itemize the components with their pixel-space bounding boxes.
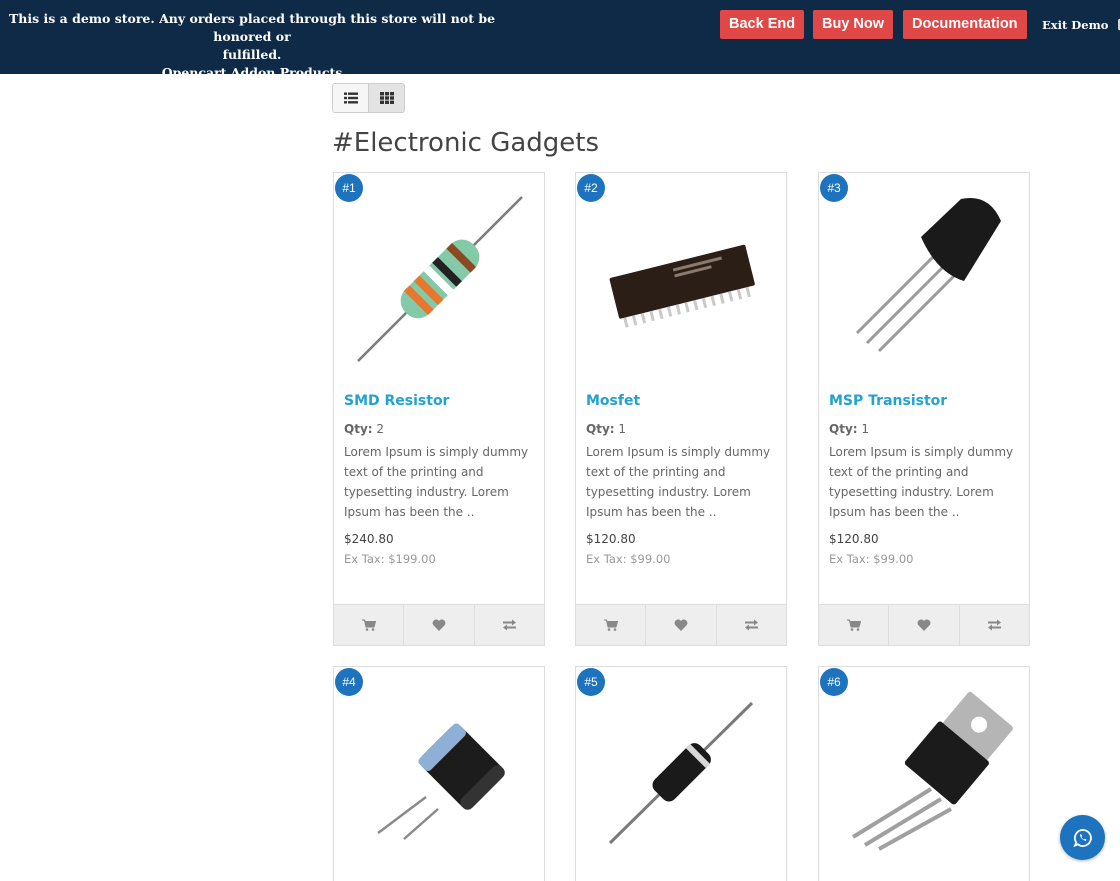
product-card: #4	[333, 666, 545, 881]
mosfet-chip-image	[609, 244, 755, 328]
product-image[interactable]	[819, 173, 1029, 383]
product-qty: Qty: 1	[829, 422, 869, 436]
resistor-image	[357, 196, 523, 362]
compare-button[interactable]	[473, 605, 544, 645]
exit-demo-label: Exit Demo	[1042, 18, 1109, 32]
product-price: $120.80	[586, 532, 636, 546]
compare-button[interactable]	[958, 605, 1029, 645]
shopping-cart-icon	[361, 619, 376, 631]
compare-button[interactable]	[715, 605, 786, 645]
product-ex-tax: Ex Tax: $99.00	[829, 552, 914, 566]
product-card: #2 Mosfet Qty: 1 Lorem Ipsum is simply d…	[575, 172, 787, 646]
category-title: #Electronic Gadgets	[332, 128, 600, 158]
product-card: #6	[818, 666, 1030, 881]
exchange-icon	[744, 619, 758, 631]
exchange-icon	[987, 619, 1001, 631]
qty-label: Qty:	[344, 422, 373, 436]
whatsapp-chat-button[interactable]	[1060, 815, 1105, 860]
product-rank-badge: #3	[820, 174, 848, 202]
add-to-wishlist-button[interactable]	[888, 605, 958, 645]
view-toggle	[332, 83, 405, 113]
product-image[interactable]	[334, 173, 544, 383]
add-to-wishlist-button[interactable]	[403, 605, 473, 645]
demo-banner: This is a demo store. Any orders placed …	[0, 0, 1120, 80]
add-to-wishlist-button[interactable]	[645, 605, 715, 645]
product-rank-badge: #2	[577, 174, 605, 202]
product-card: #1 SMD Resistor Qty: 2 Lorem Ipsum is si…	[333, 172, 545, 646]
product-actions	[576, 604, 786, 645]
product-ex-tax: Ex Tax: $99.00	[586, 552, 671, 566]
add-to-cart-button[interactable]	[334, 605, 403, 645]
product-rank-badge: #6	[820, 668, 848, 696]
capacitor-image	[377, 723, 505, 840]
product-actions	[334, 604, 544, 645]
exit-demo-link[interactable]: Exit Demo	[1042, 16, 1120, 34]
product-rank-badge: #4	[335, 668, 363, 696]
add-to-cart-button[interactable]	[576, 605, 645, 645]
grid-icon	[379, 92, 394, 104]
shopping-cart-icon	[603, 619, 618, 631]
demo-notice-line2: fulfilled.	[222, 47, 282, 62]
product-price: $240.80	[344, 532, 394, 546]
product-image[interactable]	[576, 667, 786, 877]
grid-view-button[interactable]	[368, 84, 404, 112]
documentation-button[interactable]: Documentation	[903, 10, 1027, 39]
product-ex-tax: Ex Tax: $199.00	[344, 552, 436, 566]
demo-notice: This is a demo store. Any orders placed …	[0, 10, 504, 82]
add-to-cart-button[interactable]	[819, 605, 888, 645]
back-end-button[interactable]: Back End	[720, 10, 805, 39]
product-image[interactable]	[819, 667, 1029, 877]
qty-label: Qty:	[586, 422, 615, 436]
list-icon	[343, 92, 358, 104]
heart-icon	[674, 619, 688, 631]
product-description: Lorem Ipsum is simply dummy text of the …	[344, 445, 529, 519]
heart-icon	[917, 619, 931, 631]
qty-value: 1	[861, 422, 870, 436]
product-name-link[interactable]: MSP Transistor	[829, 393, 947, 409]
product-description: Lorem Ipsum is simply dummy text of the …	[829, 445, 1014, 519]
heart-icon	[432, 619, 446, 631]
list-view-button[interactable]	[333, 84, 368, 112]
exchange-icon	[502, 619, 516, 631]
product-name-link[interactable]: Mosfet	[586, 393, 640, 409]
qty-value: 2	[376, 422, 385, 436]
voltage-regulator-image	[851, 691, 1013, 851]
product-rank-badge: #1	[335, 174, 363, 202]
product-qty: Qty: 1	[586, 422, 626, 436]
product-description: Lorem Ipsum is simply dummy text of the …	[586, 445, 771, 519]
demo-notice-line1: This is a demo store. Any orders placed …	[8, 11, 496, 44]
qty-value: 1	[618, 422, 627, 436]
demo-notice-line3: Opencart Addon Products	[161, 65, 343, 80]
product-name-link[interactable]: SMD Resistor	[344, 393, 449, 409]
product-price: $120.80	[829, 532, 879, 546]
product-actions	[819, 604, 1029, 645]
product-image[interactable]	[576, 173, 786, 383]
product-rank-badge: #5	[577, 668, 605, 696]
buy-now-button[interactable]: Buy Now	[813, 10, 894, 39]
product-card: #3 MSP Transistor Qty: 1 Lorem Ipsum is …	[818, 172, 1030, 646]
product-qty: Qty: 2	[344, 422, 384, 436]
shopping-cart-icon	[846, 619, 861, 631]
qty-label: Qty:	[829, 422, 858, 436]
transistor-image	[855, 197, 1001, 353]
product-card: #5	[575, 666, 787, 881]
diode-image	[608, 701, 754, 845]
product-image[interactable]	[334, 667, 544, 877]
whatsapp-icon	[1072, 828, 1092, 847]
